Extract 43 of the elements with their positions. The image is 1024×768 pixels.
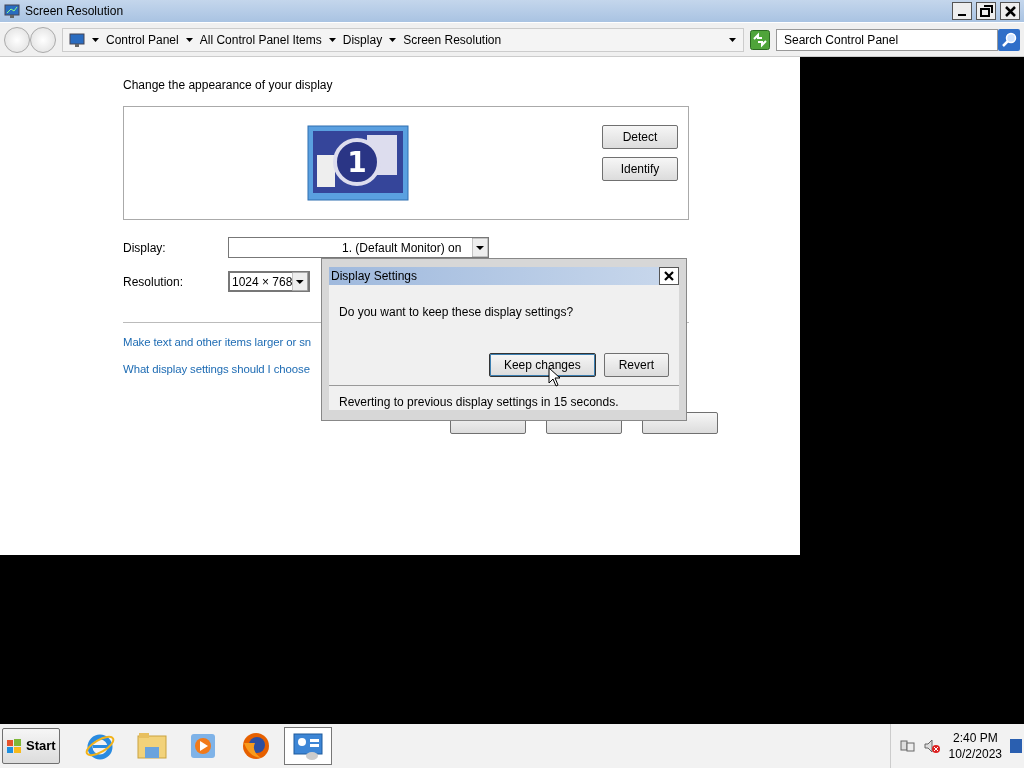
caret-icon[interactable] (388, 35, 398, 44)
clock-date: 10/2/2023 (948, 746, 1002, 762)
windows-logo-icon (6, 738, 22, 754)
taskbar-button[interactable] (283, 727, 332, 765)
button[interactable]: Keep changes (488, 353, 596, 377)
folder-icon (136, 731, 167, 761)
clock-time: 2:40 PM (952, 730, 998, 746)
restore-icon[interactable] (977, 3, 995, 19)
heading: Change the appearance of your display (123, 77, 334, 94)
breadcrumb-link[interactable]: Display (342, 30, 383, 49)
field-label: Resolution: (123, 273, 185, 291)
button[interactable]: Revert (603, 353, 669, 377)
refresh-icon[interactable] (750, 29, 770, 50)
monitor-icon: 1 (307, 125, 409, 201)
help-link[interactable]: What display settings should I choose (123, 363, 310, 376)
button[interactable]: Detect (602, 125, 678, 149)
monitor-icon (69, 32, 85, 47)
dropdown[interactable]: 1. (Default Monitor) on (228, 237, 489, 258)
start-button[interactable]: Start (2, 728, 60, 764)
breadcrumb-link[interactable]: Control Panel (106, 30, 179, 49)
help-link[interactable]: Make text and other items larger or sn (123, 336, 312, 348)
dialog-title: Display Settings (331, 268, 418, 285)
search-icon[interactable] (998, 28, 1020, 51)
caret-icon[interactable] (292, 272, 308, 291)
breadcrumb-link[interactable]: All Control Panel Items (199, 30, 322, 49)
dialog-message: Do you want to keep these display settings? (338, 304, 575, 321)
window-title: Screen Resolution (25, 3, 124, 20)
caret-icon[interactable] (327, 35, 337, 44)
network-icon (898, 738, 915, 754)
status-text: Reverting to previous display settings in 15 seconds. (339, 395, 619, 409)
monitor-icon (4, 4, 20, 18)
speaker-muted-icon (922, 738, 941, 754)
globe-icon (240, 731, 271, 761)
dropdown[interactable]: 1024 × 768 (228, 271, 310, 292)
caret-icon[interactable] (184, 35, 194, 44)
search-field[interactable]: Search Control Panel (776, 28, 998, 51)
breadcrumb-link[interactable]: Screen Resolution (403, 30, 502, 49)
field-label: Display: (123, 239, 167, 257)
caret-icon[interactable] (91, 35, 100, 44)
button[interactable]: Identify (602, 157, 678, 181)
caret-icon[interactable] (728, 35, 737, 44)
caret-icon[interactable] (472, 238, 488, 257)
control-panel-icon (292, 731, 323, 761)
